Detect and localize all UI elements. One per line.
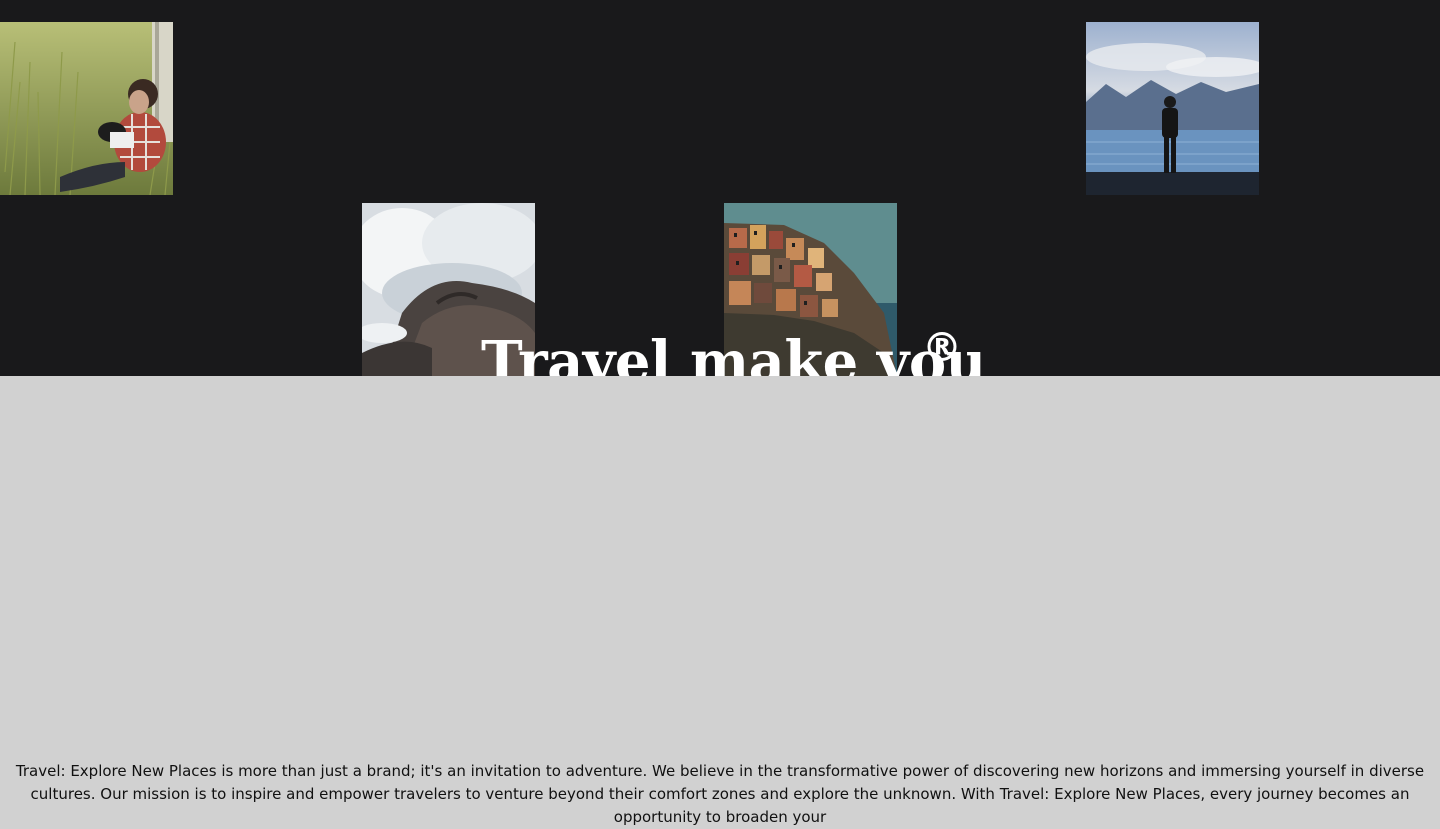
hero-section: Travel make you ®	[0, 0, 1440, 376]
hero-title: Travel make you	[481, 329, 986, 376]
registered-mark: ®	[922, 325, 962, 371]
brand-description: Travel: Explore New Places is more than …	[15, 762, 1425, 826]
person-at-lake-photo	[1086, 22, 1259, 195]
man-reading-in-grass-photo	[0, 22, 173, 195]
